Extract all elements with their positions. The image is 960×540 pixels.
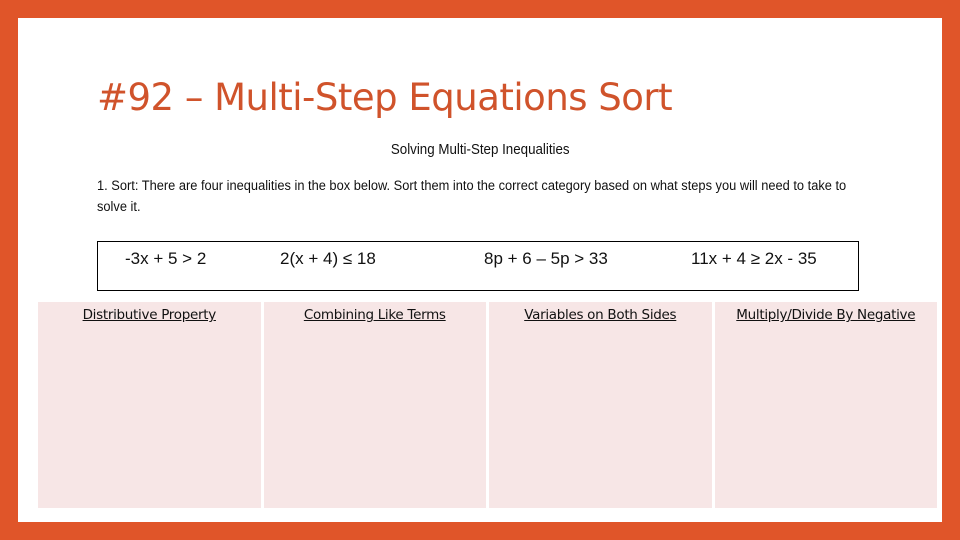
worksheet-instructions: 1. Sort: There are four inequalities in … <box>97 178 847 215</box>
inequality-item[interactable]: 11x + 4 ≥ 2x - 35 <box>691 249 817 269</box>
sort-column-multiply-divide-by-negative[interactable]: Multiply/Divide By Negative <box>714 302 937 508</box>
sort-column-variables-on-both-sides[interactable]: Variables on Both Sides <box>489 302 712 508</box>
worksheet-heading: Solving Multi-Step Inequalities <box>390 142 570 158</box>
sort-table: Distributive Property Combining Like Ter… <box>38 302 937 508</box>
column-header: Combining Like Terms <box>303 307 446 323</box>
column-header: Variables on Both Sides <box>524 307 677 323</box>
inequality-item[interactable]: 2(x + 4) ≤ 18 <box>280 249 376 269</box>
sort-column-distributive-property[interactable]: Distributive Property <box>38 302 261 508</box>
column-header: Distributive Property <box>82 307 217 323</box>
inequality-box: -3x + 5 > 2 2(x + 4) ≤ 18 8p + 6 – 5p > … <box>97 241 859 291</box>
column-header: Multiply/Divide By Negative <box>736 307 916 323</box>
inequality-item[interactable]: 8p + 6 – 5p > 33 <box>484 249 608 269</box>
slide-title: #92 – Multi-Step Equations Sort <box>97 76 673 119</box>
sort-column-combining-like-terms[interactable]: Combining Like Terms <box>263 302 486 508</box>
inequality-item[interactable]: -3x + 5 > 2 <box>125 249 206 269</box>
